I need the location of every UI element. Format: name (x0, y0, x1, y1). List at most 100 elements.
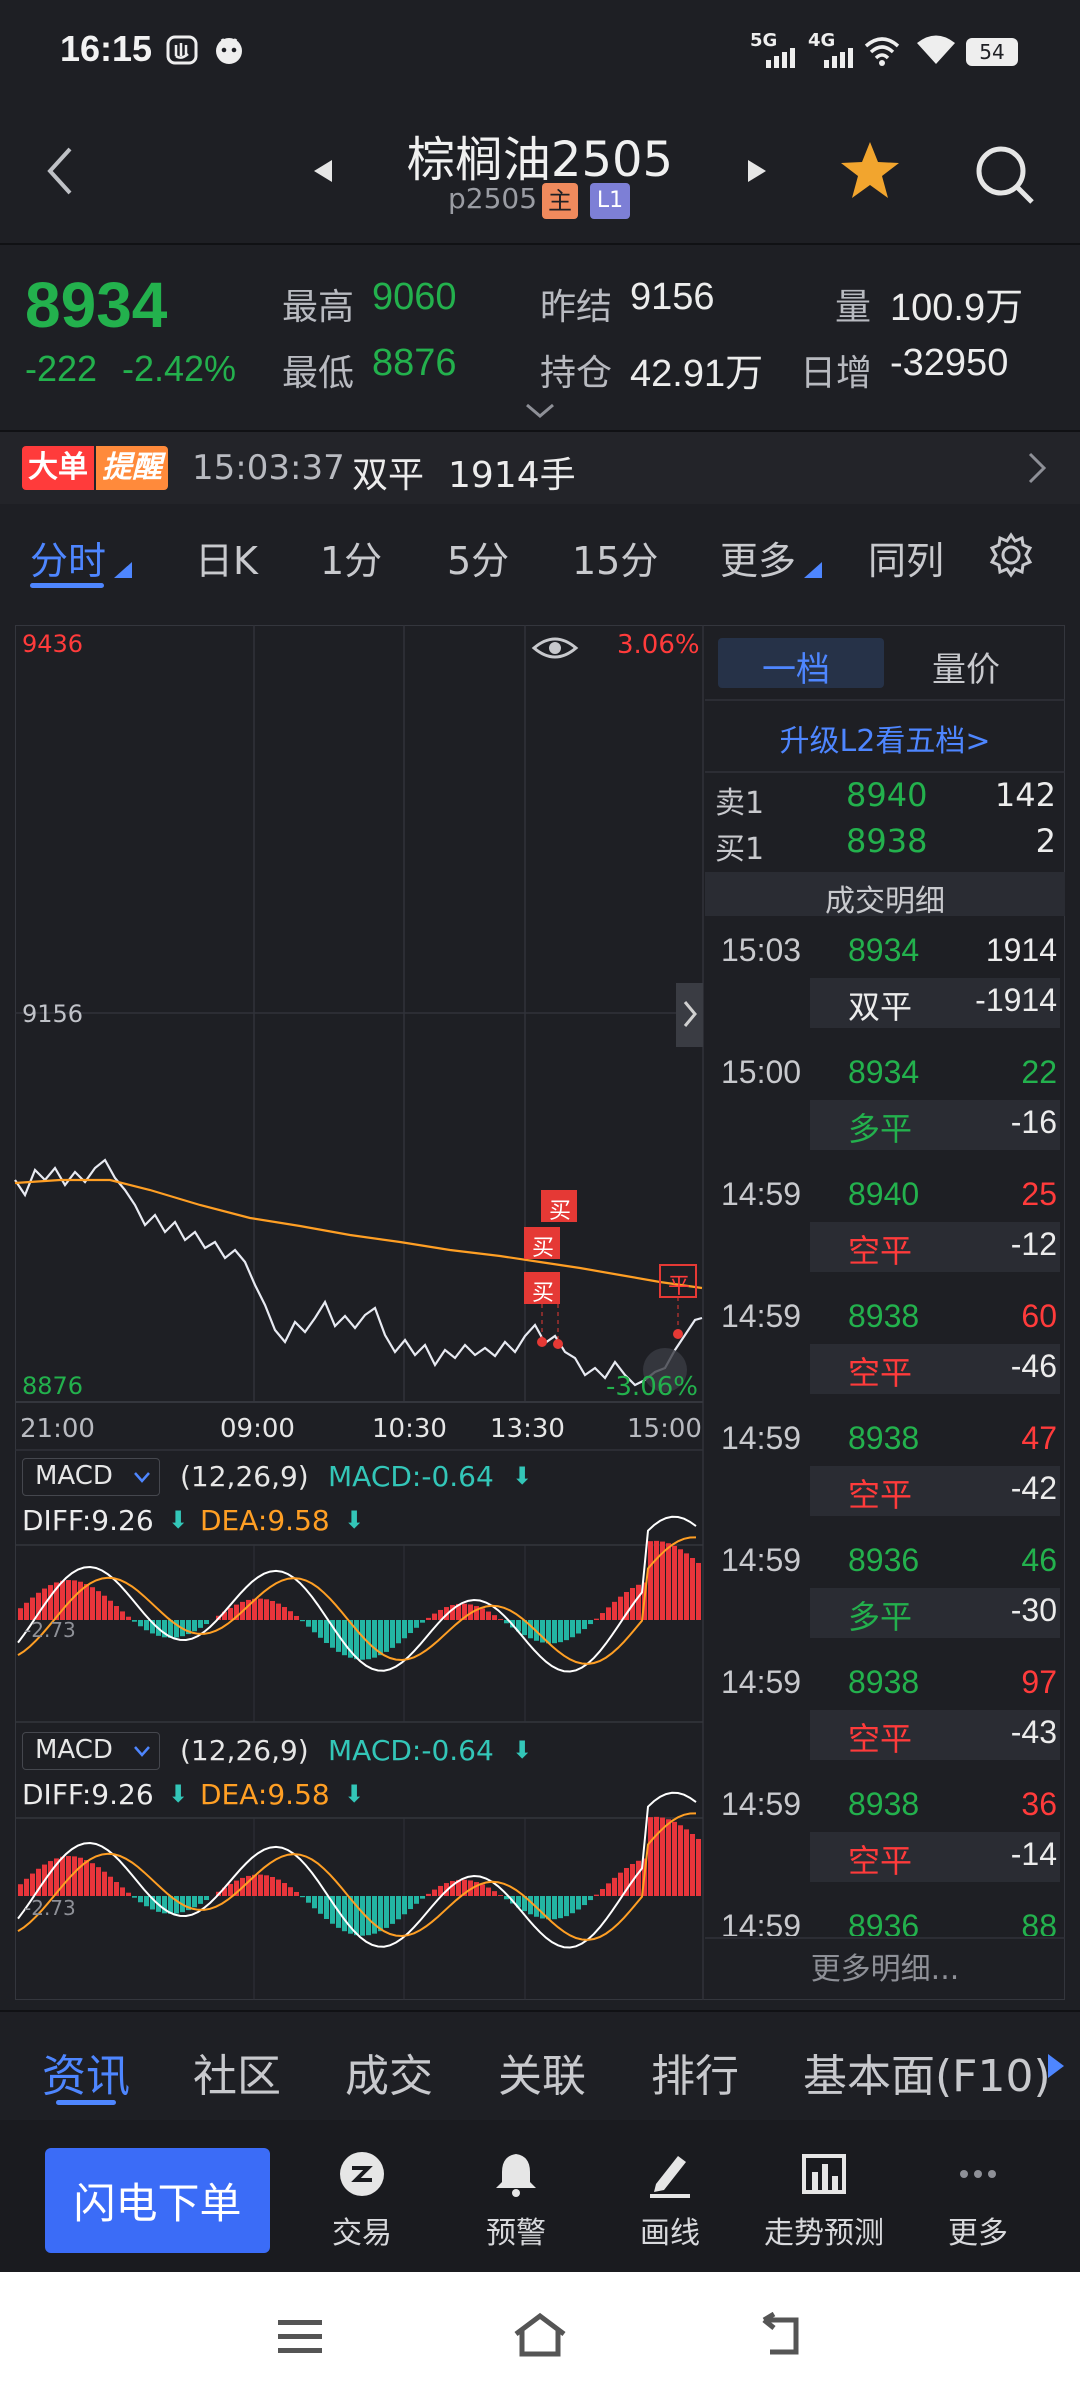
macd1-indicator-select[interactable]: MACD (22, 1458, 160, 1496)
macd-bar (18, 1884, 23, 1896)
macd-bar (546, 1620, 551, 1644)
time-label-open: 09:00 (220, 1414, 295, 1444)
macd-bar (672, 1545, 677, 1620)
more-details-link[interactable]: 更多明细... (705, 1944, 1065, 1988)
macd-bar (198, 1896, 203, 1904)
macd-bar (120, 1611, 125, 1620)
menu-icon[interactable] (276, 2316, 324, 2356)
trade-type: 多平 (848, 1598, 913, 1636)
trade-detail-title: 成交明细 (825, 884, 945, 919)
tab-trades[interactable]: 成交 (345, 2040, 433, 2104)
macd1-diff-arrow-icon: ⬇ (168, 1506, 189, 1534)
macd-bar (678, 1825, 683, 1896)
macd-bar (582, 1896, 587, 1906)
more-actions-button[interactable]: 更多 (898, 2148, 1058, 2252)
draw-line-button[interactable]: 画线 (590, 2148, 750, 2252)
macd-bar (102, 1871, 107, 1896)
macd-bar (30, 1597, 35, 1620)
macd-bar (528, 1620, 533, 1639)
macd-bar (138, 1620, 143, 1627)
macd-bar (144, 1896, 149, 1907)
macd-bar (648, 1817, 653, 1896)
scroll-right-icon[interactable] (1046, 2052, 1066, 2080)
macd-bar (696, 1562, 701, 1620)
macd1-dea-arrow-icon: ⬇ (344, 1506, 365, 1534)
tab-fundamentals[interactable]: 基本面(F10) (803, 2040, 1051, 2104)
tab-community[interactable]: 社区 (193, 2040, 281, 2104)
macd-bar (684, 1553, 689, 1620)
macd2-indicator-select[interactable]: MACD (22, 1732, 160, 1770)
trade-row: 14:59 8938 97 空平 -43 (705, 1650, 1065, 1772)
macd-bar (264, 1875, 269, 1896)
macd-bar (30, 1873, 35, 1896)
macd-bar (114, 1882, 119, 1896)
macd-bar (270, 1877, 275, 1896)
trade-volume: 22 (1021, 1054, 1057, 1090)
macd-bar (396, 1896, 401, 1920)
macd-bar (414, 1896, 419, 1904)
macd-bar (318, 1620, 323, 1638)
macd-bar (570, 1620, 575, 1638)
macd-bar (402, 1896, 407, 1915)
macd-bar (300, 1620, 305, 1622)
macd-bar (570, 1896, 575, 1914)
macd-bar (258, 1598, 263, 1620)
tab-related[interactable]: 关联 (498, 2040, 586, 2104)
macd-bar (342, 1896, 347, 1932)
macd-bar (300, 1896, 305, 1898)
trade-volume: 25 (1021, 1176, 1057, 1212)
macd2-diff-arrow-icon: ⬇ (168, 1780, 189, 1808)
trade-button[interactable]: 交易 (282, 2148, 442, 2252)
macd-bar (228, 1607, 233, 1620)
macd-bar (366, 1620, 371, 1660)
buy-marker-1: 买 (549, 1199, 572, 1224)
macd2-histogram (18, 1816, 701, 1936)
trade-type: 多平 (848, 1110, 913, 1148)
macd-bar (576, 1620, 581, 1634)
macd-bar (396, 1620, 401, 1644)
macd-bar (408, 1896, 413, 1910)
tab-news[interactable]: 资讯 (42, 2040, 130, 2104)
macd-bar (648, 1541, 653, 1620)
macd-bar (486, 1887, 491, 1896)
macd-bar (90, 1863, 95, 1896)
trade-price: 8936 (848, 1908, 920, 1936)
eye-icon (531, 637, 579, 659)
trade-icon (340, 2152, 384, 2196)
macd2-zero-label: -2.73 (24, 1896, 76, 1920)
intraday-low-pct: -3.06% (606, 1372, 698, 1402)
macd-bar (204, 1896, 209, 1901)
trade-oi-change: -12 (1010, 1226, 1057, 1262)
macd-bar (600, 1613, 605, 1620)
macd-bar (90, 1587, 95, 1620)
trade-time: 14:59 (721, 1908, 802, 1936)
tab-ranking[interactable]: 排行 (651, 2040, 739, 2104)
macd-bar (258, 1874, 263, 1896)
macd-bar (102, 1595, 107, 1620)
tab-volume-price[interactable]: 量价 (932, 642, 1000, 691)
macd-bar (96, 1867, 101, 1896)
macd-bar (228, 1883, 233, 1896)
upgrade-l2-link[interactable]: 升级L2看五档> (705, 716, 1065, 760)
intraday-top-price: 9436 (22, 630, 84, 658)
macd-bar (486, 1611, 491, 1620)
macd-bar (78, 1581, 83, 1620)
flash-order-button[interactable]: 闪电下单 (45, 2148, 270, 2253)
macd-bar (576, 1896, 581, 1910)
trade-oi-change: -1914 (975, 982, 1057, 1018)
price-alert-button[interactable]: 预警 (436, 2148, 596, 2252)
macd-bar (588, 1620, 593, 1625)
macd-bar (354, 1896, 359, 1936)
macd-bar (636, 1860, 641, 1896)
home-icon[interactable] (510, 2310, 570, 2360)
back-nav-icon[interactable] (756, 2312, 804, 2358)
macd-bar (198, 1620, 203, 1628)
bid1-volume: 2 (1035, 822, 1056, 860)
trade-type: 空平 (848, 1720, 913, 1758)
trade-detail-list[interactable]: 15:03 8934 1914 双平 -1914 15:00 8934 22 多平 -16 14:5… (705, 918, 1065, 1936)
trend-forecast-button[interactable]: 走势预测 (744, 2148, 904, 2252)
trade-price: 8938 (848, 1786, 920, 1822)
macd2-params: (12,26,9) (180, 1734, 309, 1767)
trade-label: 交易 (332, 2216, 392, 2251)
tab-level1[interactable]: 一档 (762, 642, 830, 691)
